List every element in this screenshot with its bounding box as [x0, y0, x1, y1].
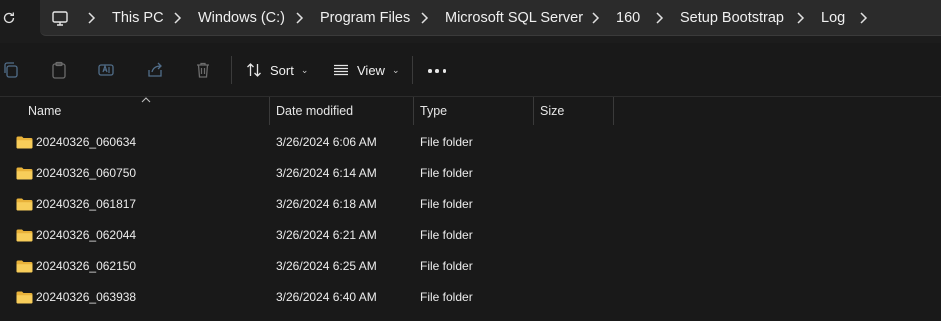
chevron-right-icon[interactable] [172, 11, 182, 25]
chevron-down-icon: ⌄ [391, 64, 400, 75]
more-icon [428, 69, 432, 73]
chevron-right-icon[interactable] [419, 11, 429, 25]
file-list: 20240326_060634 3/26/2024 6:06 AM File f… [0, 127, 941, 313]
copy-icon [4, 62, 18, 78]
file-type: File folder [420, 228, 473, 242]
file-date: 3/26/2024 6:21 AM [276, 228, 377, 242]
column-type[interactable]: Type [420, 97, 447, 125]
list-item[interactable]: 20240326_060750 3/26/2024 6:14 AM File f… [0, 158, 941, 189]
chevron-right-icon[interactable] [590, 11, 600, 25]
file-name[interactable]: 20240326_060634 [36, 127, 136, 158]
sort-label: Sort [270, 62, 294, 78]
folder-icon [16, 260, 33, 273]
command-bar: Sort ⌄ View ⌄ [0, 43, 941, 97]
column-divider[interactable] [269, 97, 270, 125]
list-item[interactable]: 20240326_061817 3/26/2024 6:18 AM File f… [0, 189, 941, 220]
breadcrumb-setup-bootstrap[interactable]: Setup Bootstrap [680, 0, 784, 36]
delete-button[interactable] [192, 59, 214, 81]
refresh-button[interactable] [0, 8, 18, 28]
chevron-right-icon[interactable] [294, 11, 304, 25]
column-date-modified[interactable]: Date modified [276, 97, 353, 125]
monitor-icon[interactable] [51, 9, 69, 27]
file-name[interactable]: 20240326_062150 [36, 251, 136, 282]
chevron-right-icon[interactable] [86, 11, 96, 25]
file-name[interactable]: 20240326_061817 [36, 189, 136, 220]
sort-button[interactable]: Sort ⌄ [246, 56, 308, 84]
breadcrumb-program-files[interactable]: Program Files [320, 0, 410, 36]
column-divider[interactable] [413, 97, 414, 125]
file-date: 3/26/2024 6:18 AM [276, 197, 377, 211]
address-bar-row: This PC Windows (C:) Program Files Micro… [0, 0, 941, 43]
toolbar-divider [231, 56, 232, 84]
view-button[interactable]: View ⌄ [333, 56, 400, 84]
list-item[interactable]: 20240326_062150 3/26/2024 6:25 AM File f… [0, 251, 941, 282]
file-type: File folder [420, 259, 473, 273]
refresh-icon [3, 12, 15, 24]
copy-button[interactable] [0, 59, 22, 81]
column-header: Name Date modified Type Size [0, 97, 941, 125]
file-name[interactable]: 20240326_063938 [36, 282, 136, 313]
folder-icon [16, 136, 33, 149]
chevron-right-icon[interactable] [795, 11, 805, 25]
paste-icon [52, 61, 66, 79]
view-label: View [357, 62, 385, 78]
file-date: 3/26/2024 6:40 AM [276, 290, 377, 304]
file-type: File folder [420, 135, 473, 149]
more-options-button[interactable] [428, 68, 446, 74]
file-name[interactable]: 20240326_060750 [36, 158, 136, 189]
breadcrumb-this-pc[interactable]: This PC [112, 0, 164, 36]
file-date: 3/26/2024 6:06 AM [276, 135, 377, 149]
rename-button[interactable] [95, 59, 117, 81]
sort-ascending-icon [141, 97, 151, 103]
breadcrumb-windows-c[interactable]: Windows (C:) [198, 0, 285, 36]
column-size[interactable]: Size [540, 97, 564, 125]
more-icon [435, 69, 439, 73]
toolbar-divider [412, 56, 413, 84]
column-divider[interactable] [533, 97, 534, 125]
list-item[interactable]: 20240326_062044 3/26/2024 6:21 AM File f… [0, 220, 941, 251]
address-bar[interactable]: This PC Windows (C:) Program Files Micro… [40, 0, 941, 36]
breadcrumb-160[interactable]: 160 [616, 0, 640, 36]
chevron-right-icon[interactable] [654, 11, 664, 25]
chevron-down-icon: ⌄ [300, 64, 309, 75]
share-button[interactable] [144, 59, 166, 81]
file-date: 3/26/2024 6:25 AM [276, 259, 377, 273]
chevron-right-icon[interactable] [858, 11, 868, 25]
list-item[interactable]: 20240326_063938 3/26/2024 6:40 AM File f… [0, 282, 941, 313]
share-icon [148, 62, 162, 77]
folder-icon [16, 198, 33, 211]
file-type: File folder [420, 166, 473, 180]
folder-icon [16, 291, 33, 304]
column-divider[interactable] [613, 97, 614, 125]
rename-icon [98, 64, 114, 76]
paste-button[interactable] [48, 59, 70, 81]
file-date: 3/26/2024 6:14 AM [276, 166, 377, 180]
list-item[interactable]: 20240326_060634 3/26/2024 6:06 AM File f… [0, 127, 941, 158]
more-icon [442, 69, 446, 73]
breadcrumb-log[interactable]: Log [821, 0, 845, 36]
delete-icon [197, 62, 209, 78]
sort-icon [247, 63, 261, 77]
file-type: File folder [420, 197, 473, 211]
folder-icon [16, 167, 33, 180]
column-name[interactable]: Name [28, 97, 61, 125]
view-icon [334, 64, 348, 76]
folder-icon [16, 229, 33, 242]
file-name[interactable]: 20240326_062044 [36, 220, 136, 251]
file-type: File folder [420, 290, 473, 304]
breadcrumb-microsoft-sql-server[interactable]: Microsoft SQL Server [445, 0, 583, 36]
